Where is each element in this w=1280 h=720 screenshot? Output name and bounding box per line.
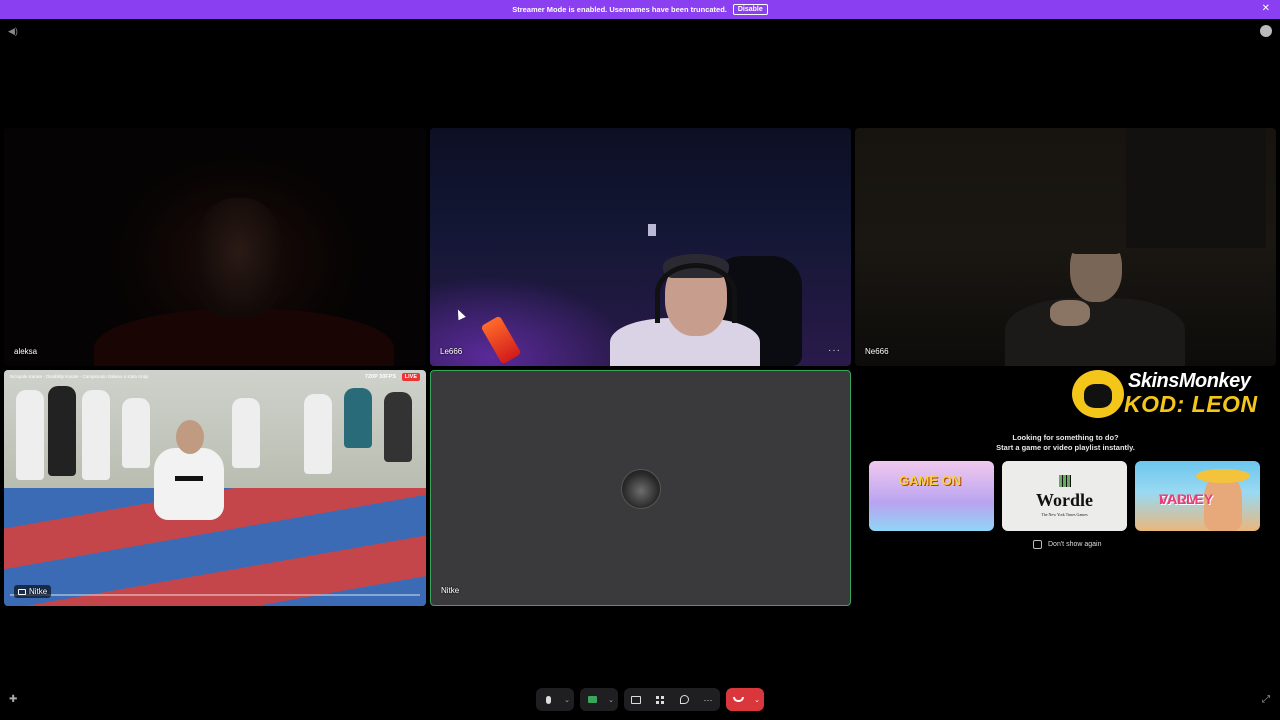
screen-share-button[interactable] — [624, 688, 648, 711]
screen-share-icon — [631, 695, 641, 704]
sponsor-overlay: SkinsMonkey KOD: LEON — [1072, 370, 1270, 418]
close-icon[interactable]: ✕ — [1262, 3, 1270, 14]
microphone-options-button[interactable]: ⌄ — [560, 688, 574, 711]
live-badge: LIVE — [401, 373, 420, 381]
monkey-face-icon — [1084, 384, 1112, 408]
banner-message: Streamer Mode is enabled. Usernames have… — [512, 5, 727, 14]
chevron-down-icon: ⌄ — [564, 696, 570, 704]
fullscreen-icon[interactable]: ⤢ — [1262, 694, 1270, 705]
card-title: GAME ON — [899, 473, 962, 488]
dont-show-again-option[interactable]: Don't show again — [1033, 540, 1101, 549]
card-title-line-2: VALLEY — [1159, 491, 1214, 507]
microphone-group: ⌄ — [536, 688, 574, 711]
stream-video-title: Nicopole Karate - Disability Karate - Ca… — [10, 374, 149, 379]
participant-name: Le666 — [440, 347, 463, 356]
camera-icon — [587, 696, 597, 703]
more-icon: ··· — [703, 694, 713, 705]
spectator — [82, 390, 110, 480]
activity-launcher-panel: SkinsMonkey KOD: LEON Looking for someth… — [855, 370, 1276, 606]
activities-button[interactable] — [648, 688, 672, 711]
wordle-grid-icon — [1058, 475, 1071, 487]
streamer-mode-banner: Streamer Mode is enabled. Usernames have… — [0, 0, 1280, 19]
end-call-options-button[interactable]: ⌄ — [750, 688, 764, 711]
microphone-icon — [545, 695, 551, 704]
spectator — [344, 388, 372, 448]
spectator — [16, 390, 44, 480]
activities-icon — [656, 695, 664, 704]
participant-face — [194, 198, 284, 318]
microphone-button[interactable] — [536, 688, 560, 711]
spectator — [384, 392, 412, 462]
spectator — [48, 386, 76, 476]
call-controls: ⌄ ⌄ ··· ⌄ — [536, 688, 764, 711]
video-progress-bar[interactable] — [10, 594, 420, 596]
spectator — [232, 398, 260, 468]
video-tile-nitke[interactable]: Nitke — [430, 370, 851, 606]
karate-athlete — [154, 448, 224, 520]
dont-show-again-checkbox[interactable] — [1033, 540, 1042, 549]
heading-line-2: Start a game or video playlist instantly… — [996, 443, 1135, 452]
black-belt — [175, 476, 203, 481]
background-light — [648, 224, 656, 236]
activity-cards: GAME ON Wordle The New York Times Games … — [869, 461, 1260, 531]
background-window — [1126, 128, 1266, 248]
screen-share-icon — [18, 588, 26, 595]
more-button[interactable]: ··· — [696, 688, 720, 711]
participant-hair — [1067, 232, 1125, 254]
soundboard-button[interactable] — [672, 688, 696, 711]
video-tile-ne666[interactable]: Ne666 — [855, 128, 1276, 366]
volume-icon[interactable]: ◀) — [8, 26, 18, 37]
chevron-down-icon: ⌄ — [754, 696, 760, 704]
video-tile-aleksa[interactable]: aleksa — [4, 128, 426, 366]
soundboard-icon — [679, 695, 689, 704]
sponsor-code: KOD: LEON — [1124, 391, 1258, 417]
video-tile-le666[interactable]: Le666 ··· — [430, 128, 851, 366]
dont-show-again-label: Don't show again — [1048, 541, 1102, 548]
more-options-icon[interactable]: ··· — [828, 345, 841, 356]
athlete-head — [176, 420, 204, 454]
participant-body — [1005, 298, 1185, 366]
end-call-button[interactable] — [726, 688, 750, 711]
camera-button[interactable] — [580, 688, 604, 711]
end-call-icon — [732, 697, 744, 702]
chevron-down-icon: ⌄ — [608, 696, 614, 704]
actions-group: ··· — [624, 688, 720, 711]
stream-owner-label: Nitke — [14, 585, 52, 598]
camera-options-button[interactable]: ⌄ — [604, 688, 618, 711]
activity-heading: Looking for something to do? Start a gam… — [855, 433, 1276, 453]
card-title: Wordle — [1036, 490, 1093, 510]
card-subtitle: The New York Times Games — [1041, 512, 1088, 517]
participant-name: Nitke — [441, 586, 460, 595]
avatar — [621, 469, 661, 509]
participant-name: Nitke — [29, 587, 48, 596]
sponsor-brand: SkinsMonkey — [1128, 370, 1251, 392]
heading-line-1: Looking for something to do? — [1012, 433, 1119, 442]
activity-card-farm-valley[interactable]: FARM VALLEY — [1135, 461, 1260, 531]
disable-streamer-mode-button[interactable]: Disable — [732, 4, 768, 15]
stream-quality-badge: 720P 30FPS — [364, 374, 396, 380]
screen-share-tile[interactable]: Nicopole Karate - Disability Karate - Ca… — [4, 370, 426, 606]
activity-card-game-on[interactable]: GAME ON — [869, 461, 994, 531]
add-person-icon[interactable]: ✚ — [9, 694, 17, 705]
camera-group: ⌄ — [580, 688, 618, 711]
spectator — [122, 398, 150, 468]
spectator — [304, 394, 332, 474]
participant-hand — [1050, 300, 1090, 326]
participant-name: Ne666 — [865, 347, 889, 356]
end-call-group: ⌄ — [726, 688, 764, 711]
headset — [655, 263, 737, 323]
participant-name: aleksa — [14, 347, 38, 356]
activity-card-wordle[interactable]: Wordle The New York Times Games — [1002, 461, 1127, 531]
sun-hat-illustration — [1196, 469, 1250, 483]
chat-icon[interactable] — [1260, 25, 1272, 37]
